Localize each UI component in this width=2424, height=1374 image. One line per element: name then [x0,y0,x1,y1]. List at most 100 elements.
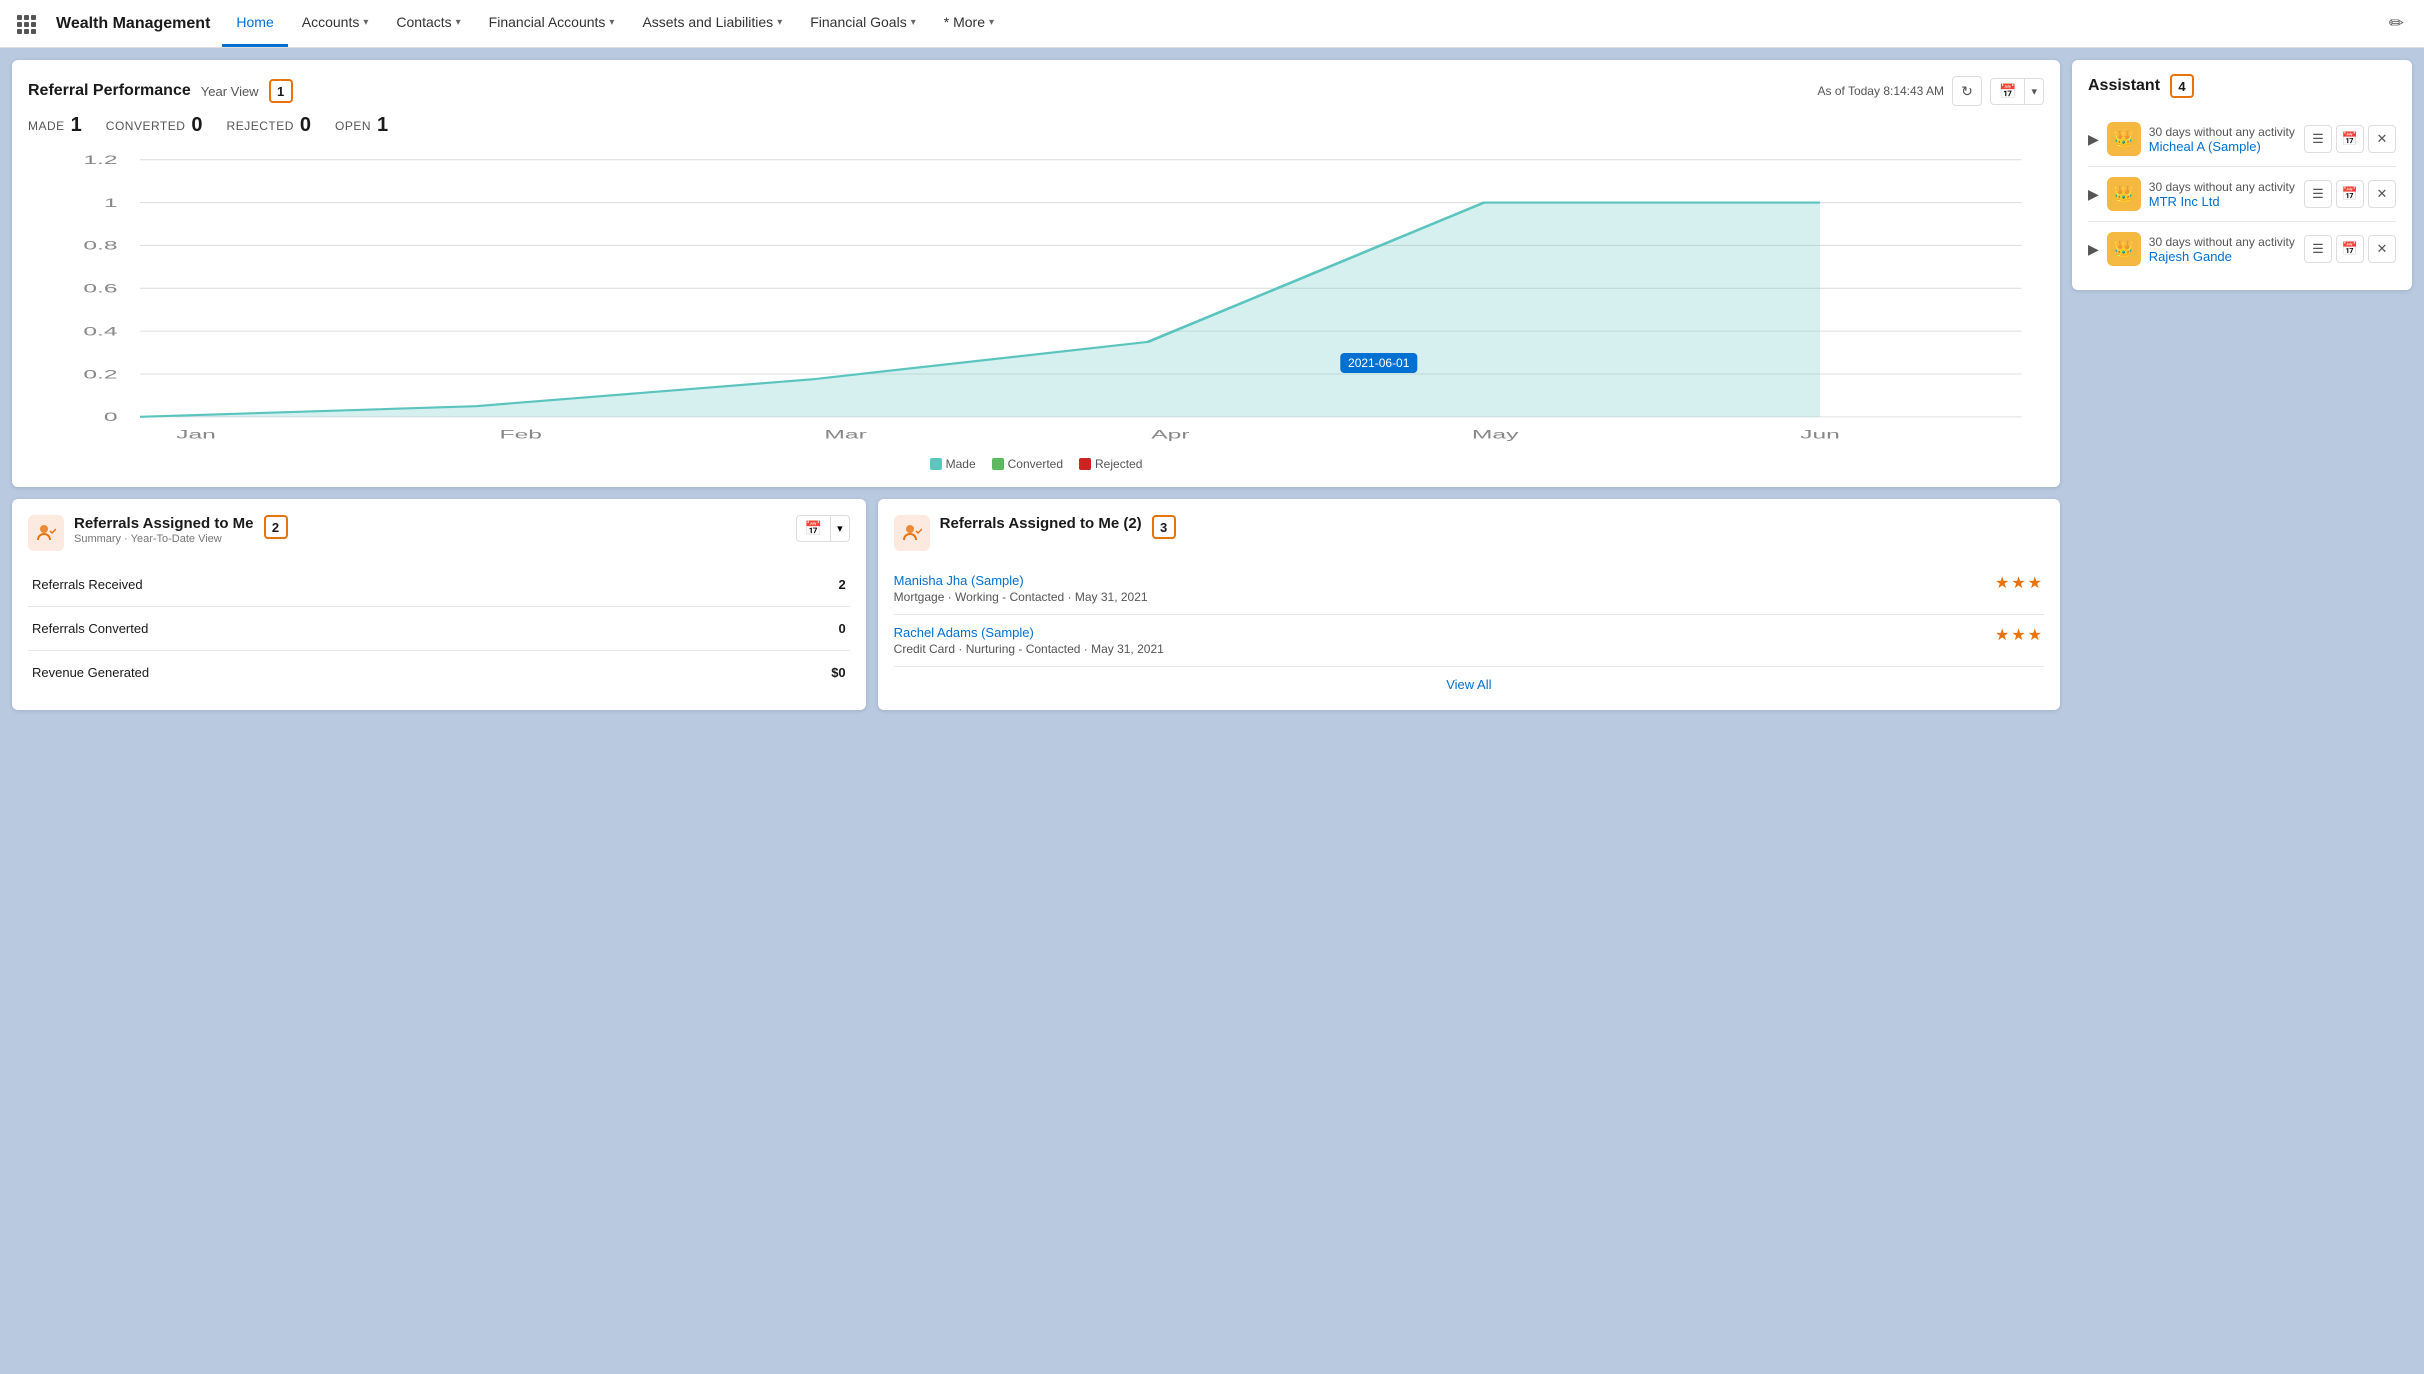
row-label: Referrals Received [28,563,725,607]
nav-item-assets-liabilities[interactable]: Assets and Liabilities ▾ [628,0,796,47]
expand-icon-2[interactable]: ▶ [2088,241,2099,258]
view-all-link[interactable]: View All [1446,677,1491,692]
svg-text:0.2: 0.2 [83,369,117,382]
badge-3: 3 [1152,515,1176,539]
ref-row-1: Manisha Jha (Sample) Mortgage · Working … [894,573,2044,604]
nav-item-financial-goals[interactable]: Financial Goals ▾ [796,0,930,47]
nav-item-more[interactable]: * More ▾ [930,0,1008,47]
perf-right: As of Today 8:14:43 AM ↻ 📅 ▾ [1818,76,2045,106]
assist-crown-icon-1: 👑 [2107,177,2141,211]
assist-name-0[interactable]: Micheal A (Sample) [2149,139,2261,154]
nav-item-financial-accounts[interactable]: Financial Accounts ▾ [475,0,629,47]
row-label: Revenue Generated [28,651,725,695]
table-row: Referrals Converted 0 [28,607,850,651]
svg-text:Apr: Apr [1151,429,1190,442]
legend-made-dot [930,458,942,470]
edit-icon[interactable]: ✏ [2377,13,2416,34]
expand-icon-1[interactable]: ▶ [2088,186,2099,203]
assist-actions-1: ☰ 📅 ✕ [2304,180,2396,208]
calendar-button[interactable]: 📅 ▾ [1990,78,2044,105]
calendar-button-2[interactable]: 📅 [2336,235,2364,263]
svg-text:Feb: Feb [500,429,542,442]
ref-name-1[interactable]: Manisha Jha (Sample) [894,573,1024,588]
assist-text-1: 30 days without any activity [2149,180,2296,194]
chart-area: 1.2 1 0.8 0.6 0.4 0.2 0 Jan Feb Mar Apr [28,149,2044,449]
stat-converted-value: 0 [191,114,202,137]
legend-rejected-label: Rejected [1095,457,1142,471]
grid-icon[interactable] [8,6,44,42]
view-all-section: View All [894,667,2044,692]
referral-chart: 1.2 1 0.8 0.6 0.4 0.2 0 Jan Feb Mar Apr [28,149,2044,449]
ref-item-2-content: Rachel Adams (Sample) Credit Card · Nurt… [894,625,1164,656]
left-column: Referral Performance Year View 1 As of T… [12,60,2060,1362]
svg-text:0.4: 0.4 [83,326,118,339]
stats-calendar-button[interactable]: 📅 ▾ [796,515,850,542]
chevron-down-icon: ▾ [363,17,368,28]
assist-name-1[interactable]: MTR Inc Ltd [2149,194,2220,209]
close-button-1[interactable]: ✕ [2368,180,2396,208]
assign-stats-title-group: Referrals Assigned to Me Summary · Year-… [28,515,288,551]
chevron-down-icon: ▾ [989,17,994,28]
calendar-button-0[interactable]: 📅 [2336,125,2364,153]
assign-stats-title: Referrals Assigned to Me [74,515,254,532]
calendar-icon: 📅 [1991,79,2025,104]
perf-title: Referral Performance [28,82,191,100]
nav-items: Home Accounts ▾ Contacts ▾ Financial Acc… [222,0,2377,47]
assistant-card: Assistant 4 ▶ 👑 30 days without any acti… [2072,60,2412,290]
svg-text:0.6: 0.6 [83,283,117,296]
app-name: Wealth Management [44,15,222,33]
main-content: Referral Performance Year View 1 As of T… [0,48,2424,1374]
chart-legend: Made Converted Rejected [28,457,2044,471]
legend-made-label: Made [946,457,976,471]
chevron-down-icon: ▾ [609,17,614,28]
task-button-0[interactable]: ☰ [2304,125,2332,153]
bottom-row: Referrals Assigned to Me Summary · Year-… [12,499,2060,710]
assign-list-header: Referrals Assigned to Me (2) 3 [894,515,2044,551]
svg-text:0.8: 0.8 [83,240,117,253]
assist-text-0: 30 days without any activity [2149,125,2296,139]
refresh-button[interactable]: ↻ [1952,76,1982,106]
legend-made: Made [930,457,976,471]
ref-item-1-content: Manisha Jha (Sample) Mortgage · Working … [894,573,1148,604]
assistant-item-2: ▶ 👑 30 days without any activity Rajesh … [2088,222,2396,276]
row-value: $0 [725,651,850,695]
ref-name-2[interactable]: Rachel Adams (Sample) [894,625,1034,640]
assign-stats-header: Referrals Assigned to Me Summary · Year-… [28,515,850,551]
assign-stats-subtitle: Summary · Year-To-Date View [74,533,254,545]
close-button-0[interactable]: ✕ [2368,125,2396,153]
chevron-down-icon: ▾ [777,17,782,28]
table-row: Revenue Generated $0 [28,651,850,695]
legend-rejected-dot [1079,458,1091,470]
assistant-item-1: ▶ 👑 30 days without any activity MTR Inc… [2088,167,2396,222]
chevron-down-icon: ▾ [456,17,461,28]
list-item: Manisha Jha (Sample) Mortgage · Working … [894,563,2044,615]
row-value: 0 [725,607,850,651]
perf-title-group: Referral Performance Year View 1 [28,79,293,103]
calendar-button-1[interactable]: 📅 [2336,180,2364,208]
chevron-down-icon: ▾ [831,518,849,539]
assistant-header: Assistant 4 [2088,74,2396,98]
stat-rejected: REJECTED 0 [227,114,311,137]
nav-item-home[interactable]: Home [222,0,287,47]
expand-icon-0[interactable]: ▶ [2088,131,2099,148]
nav-bar: Wealth Management Home Accounts ▾ Contac… [0,0,2424,48]
nav-item-contacts[interactable]: Contacts ▾ [382,0,474,47]
assistant-title: Assistant [2088,77,2160,95]
assist-actions-0: ☰ 📅 ✕ [2304,125,2396,153]
task-button-2[interactable]: ☰ [2304,235,2332,263]
badge-2: 2 [264,515,288,539]
assist-name-2[interactable]: Rajesh Gande [2149,249,2232,264]
referrals-assigned-list-card: Referrals Assigned to Me (2) 3 Manisha J… [878,499,2060,710]
table-row: Referrals Received 2 [28,563,850,607]
close-button-2[interactable]: ✕ [2368,235,2396,263]
svg-text:0: 0 [104,411,118,424]
nav-item-accounts[interactable]: Accounts ▾ [288,0,383,47]
stat-open-label: OPEN [335,119,371,133]
legend-rejected: Rejected [1079,457,1142,471]
task-button-1[interactable]: ☰ [2304,180,2332,208]
right-column: Assistant 4 ▶ 👑 30 days without any acti… [2072,60,2412,1362]
assign-list-icon [894,515,930,551]
ref-meta-1: Mortgage · Working - Contacted · May 31,… [894,590,1148,604]
stat-rejected-value: 0 [300,114,311,137]
calendar-icon: 📅 [797,516,831,541]
